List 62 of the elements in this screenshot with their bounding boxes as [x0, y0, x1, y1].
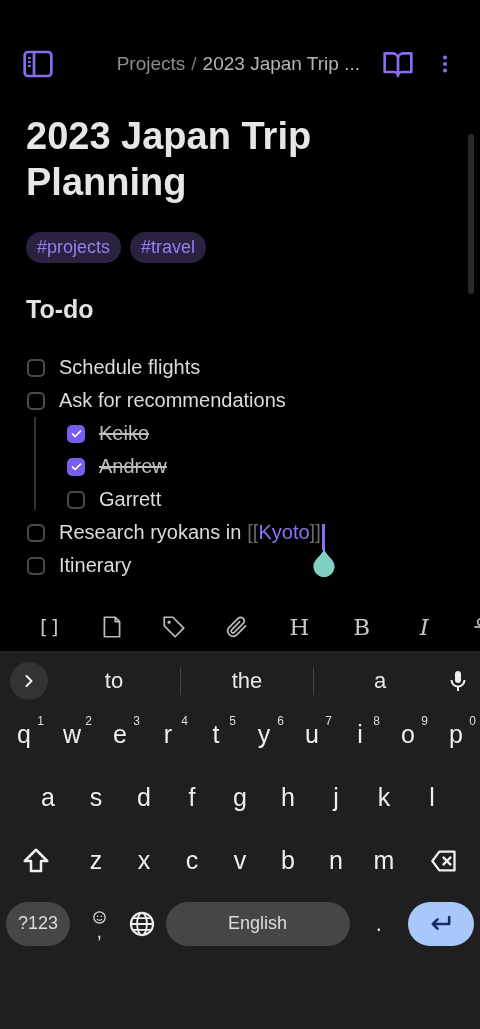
- suggestion[interactable]: the: [181, 668, 313, 694]
- breadcrumb-current: 2023 Japan Trip ...: [202, 53, 360, 75]
- key-hint: 5: [229, 713, 236, 728]
- letter-key[interactable]: z: [72, 833, 120, 888]
- letter-key[interactable]: h: [264, 770, 312, 825]
- letter-key[interactable]: o 9: [384, 707, 432, 762]
- letter-key[interactable]: b: [264, 833, 312, 888]
- letter-key[interactable]: d: [120, 770, 168, 825]
- letter-key[interactable]: i 8: [336, 707, 384, 762]
- breadcrumb-separator: /: [191, 53, 197, 75]
- period-key[interactable]: .: [358, 896, 399, 951]
- link-bracket: [[: [247, 521, 259, 543]
- heading-button[interactable]: H: [285, 613, 314, 641]
- suggestion[interactable]: a: [314, 668, 446, 694]
- letter-key[interactable]: x: [120, 833, 168, 888]
- note-link[interactable]: Kyoto: [258, 521, 310, 543]
- letter-key[interactable]: p 0: [432, 707, 480, 762]
- tag-chip[interactable]: #travel: [130, 232, 207, 263]
- italic-button[interactable]: I: [415, 613, 433, 641]
- letter-key[interactable]: j: [312, 770, 360, 825]
- letter-key[interactable]: g: [216, 770, 264, 825]
- letter-key[interactable]: y 6: [240, 707, 288, 762]
- letter-key[interactable]: f: [168, 770, 216, 825]
- letter-key[interactable]: n: [312, 833, 360, 888]
- task-text: Ask for recommendations: [59, 389, 286, 412]
- link-bracket: ]]: [309, 521, 321, 543]
- key-hint: 8: [373, 713, 380, 728]
- bold-button[interactable]: B: [349, 613, 375, 641]
- key-hint: 2: [85, 713, 92, 728]
- section-heading: To-do: [26, 295, 95, 324]
- link-button[interactable]: []: [33, 613, 66, 641]
- key-hint: 9: [421, 713, 428, 728]
- key-hint: 6: [277, 713, 284, 728]
- letter-key[interactable]: s: [72, 770, 120, 825]
- letter-key[interactable]: m: [360, 833, 408, 888]
- letter-key[interactable]: q 1: [0, 707, 48, 762]
- space-bar[interactable]: English: [165, 901, 350, 946]
- letter-key[interactable]: t 5: [192, 707, 240, 762]
- letter-key[interactable]: u 7: [288, 707, 336, 762]
- key-hint: 1: [37, 713, 44, 728]
- tag-chip[interactable]: #projects: [26, 232, 122, 263]
- letter-key[interactable]: e 3: [96, 707, 144, 762]
- letter-key[interactable]: c: [168, 833, 216, 888]
- task-text: Schedule flights: [59, 356, 201, 379]
- suggestion[interactable]: to: [48, 668, 180, 694]
- letter-key[interactable]: k: [360, 770, 408, 825]
- breadcrumb-link[interactable]: Projects: [116, 53, 186, 75]
- key-hint: 0: [469, 713, 476, 728]
- letter-key[interactable]: v: [216, 833, 264, 888]
- symbols-key[interactable]: ?123: [6, 901, 70, 946]
- letter-key[interactable]: l: [408, 770, 456, 825]
- note-title: 2023 Japan Trip Planning: [26, 114, 313, 205]
- task-text: Garrett: [99, 488, 162, 511]
- key-hint: 4: [181, 713, 188, 728]
- task-text: Itinerary: [59, 554, 132, 577]
- task-text: Andrew: [99, 455, 167, 478]
- key-hint: 7: [325, 713, 332, 728]
- letter-key[interactable]: a: [24, 770, 72, 825]
- task-text: Keiko: [99, 422, 150, 445]
- task-text: Research ryokans in: [59, 521, 242, 544]
- key-hint: 3: [133, 713, 140, 728]
- letter-key[interactable]: r 4: [144, 707, 192, 762]
